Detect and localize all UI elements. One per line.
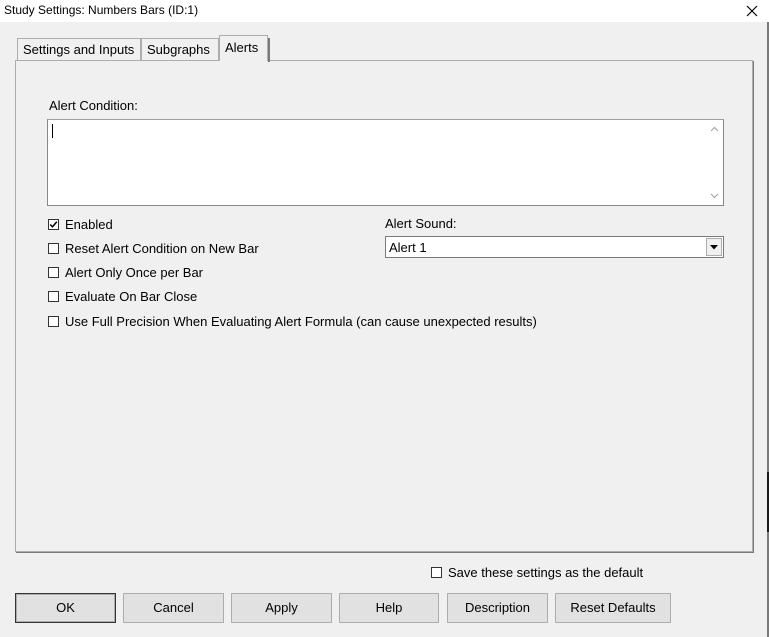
description-button[interactable]: Description xyxy=(447,593,548,623)
text-caret xyxy=(52,124,53,138)
checkbox-box[interactable] xyxy=(48,242,59,254)
apply-button[interactable]: Apply xyxy=(231,593,332,623)
tab-label: Alerts xyxy=(225,40,259,55)
tab-alerts[interactable]: Alerts xyxy=(219,35,270,62)
alert-condition-input[interactable] xyxy=(47,119,724,206)
window-title: Study Settings: Numbers Bars (ID:1) xyxy=(4,3,199,17)
checkbox-box[interactable] xyxy=(48,315,59,327)
checkbox-label: Evaluate On Bar Close xyxy=(65,288,198,304)
enabled-checkbox[interactable]: Enabled xyxy=(48,216,113,232)
chevron-down-icon xyxy=(710,244,718,249)
alert-only-once-checkbox[interactable]: Alert Only Once per Bar xyxy=(48,264,203,280)
reset-defaults-button[interactable]: Reset Defaults xyxy=(555,593,671,623)
checkmark-icon xyxy=(49,220,58,228)
cancel-button[interactable]: Cancel xyxy=(123,593,224,623)
evaluate-on-bar-close-checkbox[interactable]: Evaluate On Bar Close xyxy=(48,288,197,304)
reset-alert-condition-checkbox[interactable]: Reset Alert Condition on New Bar xyxy=(48,240,259,256)
tab-label: Settings and Inputs xyxy=(23,42,135,57)
checkbox-label: Alert Only Once per Bar xyxy=(65,264,203,280)
close-button[interactable] xyxy=(735,0,769,22)
save-default-checkbox[interactable]: Save these settings as the default xyxy=(431,564,643,580)
checkbox-box[interactable] xyxy=(48,266,59,278)
close-icon xyxy=(746,5,758,17)
alert-condition-label: Alert Condition: xyxy=(49,98,138,113)
checkbox-label: Use Full Precision When Evaluating Alert… xyxy=(65,313,537,329)
checkbox-box[interactable] xyxy=(48,290,59,302)
textarea-scrollbar[interactable] xyxy=(706,120,723,205)
ok-button[interactable]: OK xyxy=(15,593,116,623)
alert-sound-value: Alert 1 xyxy=(389,240,427,255)
scroll-down-icon[interactable] xyxy=(710,193,719,199)
checkbox-label: Reset Alert Condition on New Bar xyxy=(65,240,259,256)
checkbox-box[interactable] xyxy=(48,218,59,230)
tab-subgraphs[interactable]: Subgraphs xyxy=(141,38,219,60)
scroll-up-icon[interactable] xyxy=(710,126,719,132)
checkbox-box[interactable] xyxy=(431,566,442,578)
title-bar: Study Settings: Numbers Bars (ID:1) xyxy=(0,0,769,22)
use-full-precision-checkbox[interactable]: Use Full Precision When Evaluating Alert… xyxy=(48,313,537,329)
help-button[interactable]: Help xyxy=(339,593,439,623)
checkbox-label: Save these settings as the default xyxy=(448,564,644,580)
checkbox-label: Enabled xyxy=(65,216,113,232)
alert-sound-label: Alert Sound: xyxy=(385,216,457,231)
alert-sound-select[interactable]: Alert 1 xyxy=(385,236,724,258)
dropdown-button[interactable] xyxy=(706,238,722,256)
tab-settings-and-inputs[interactable]: Settings and Inputs xyxy=(17,38,141,60)
tab-label: Subgraphs xyxy=(147,42,210,57)
